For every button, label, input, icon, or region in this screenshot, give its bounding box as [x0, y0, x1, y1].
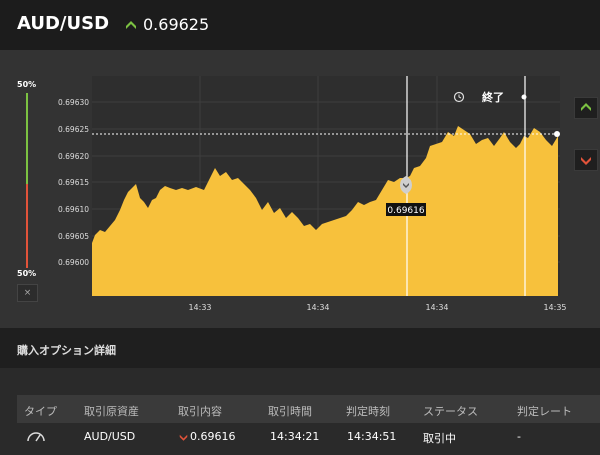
- price-chart: 0.69630 0.69625 0.69620 0.69615 0.69610 0.696…: [58, 76, 567, 312]
- cell-asset: AUD/USD: [84, 430, 136, 443]
- gauge-down-percent: 50%: [17, 269, 37, 278]
- y-tick-label: 0.69610: [58, 205, 89, 214]
- gauge-up-percent: 50%: [17, 80, 37, 89]
- cell-status: 取引中: [423, 432, 456, 445]
- y-tick-label: 0.69620: [58, 152, 89, 161]
- header-type: タイプ: [24, 405, 57, 418]
- option-details-title: 購入オプション詳細: [17, 344, 116, 357]
- cell-rate: -: [517, 430, 521, 443]
- header-rate: 判定レート: [517, 405, 572, 418]
- option-details-header: 購入オプション詳細: [0, 328, 600, 368]
- y-axis-labels: 0.69630 0.69625 0.69620 0.69615 0.69610 0.696…: [58, 98, 89, 267]
- up-chevron-icon: [581, 103, 591, 111]
- y-tick-label: 0.69630: [58, 98, 89, 107]
- low-button[interactable]: [574, 149, 598, 171]
- chart-panel: 0.69630 0.69625 0.69620 0.69615 0.69610 0.696…: [0, 50, 600, 328]
- y-tick-label: 0.69600: [58, 258, 89, 267]
- down-chevron-icon: [179, 434, 188, 441]
- cell-trade-time: 14:34:21: [270, 430, 320, 443]
- x-tick-label: 14:34: [306, 303, 329, 312]
- speedometer-icon: [27, 432, 45, 442]
- sentiment-gauge: 50% 50% ×: [17, 76, 38, 354]
- gauge-up-bar: [26, 93, 28, 184]
- y-tick-label: 0.69605: [58, 232, 89, 241]
- x-axis-labels: 14:33 14:34 14:34 14:35: [188, 303, 566, 312]
- up-trend-icon: [126, 21, 136, 29]
- trading-screen: AUD/USD 0.69625 0.69630 0.69625 0.69620 0.6…: [0, 0, 600, 455]
- cell-judge-time: 14:34:51: [347, 430, 397, 443]
- x-tick-label: 14:34: [425, 303, 448, 312]
- header-asset: 取引原資産: [84, 405, 139, 418]
- header-trade-time: 取引時間: [268, 405, 312, 418]
- gauge-down-bar: [26, 184, 28, 268]
- x-tick-label: 14:33: [188, 303, 211, 312]
- y-tick-label: 0.69615: [58, 178, 89, 187]
- currency-pair-title: AUD/USD: [17, 13, 110, 34]
- header-status: ステータス: [423, 405, 478, 418]
- header-content: 取引内容: [178, 405, 222, 418]
- current-price: 0.69625: [143, 15, 210, 34]
- down-chevron-icon: [581, 157, 591, 165]
- current-price-dot: [554, 131, 560, 137]
- gauge-close-button[interactable]: ×: [17, 284, 38, 302]
- table-header-row: タイプ 取引原資産 取引内容 取引時間 判定時刻 ステータス 判定レート: [17, 395, 600, 423]
- option-details-table: タイプ 取引原資産 取引内容 取引時間 判定時刻 ステータス 判定レート AUD…: [0, 368, 600, 455]
- header-bar: AUD/USD 0.69625: [0, 0, 600, 50]
- y-tick-label: 0.69625: [58, 125, 89, 134]
- x-tick-label: 14:35: [543, 303, 566, 312]
- header-judge-time: 判定時刻: [346, 405, 390, 418]
- end-label-text: 終了: [482, 90, 504, 104]
- cell-content: 0.69616: [190, 430, 236, 443]
- entry-price-label: 0.69616: [387, 206, 424, 216]
- high-button[interactable]: [574, 97, 598, 119]
- expiry-marker: [521, 94, 527, 100]
